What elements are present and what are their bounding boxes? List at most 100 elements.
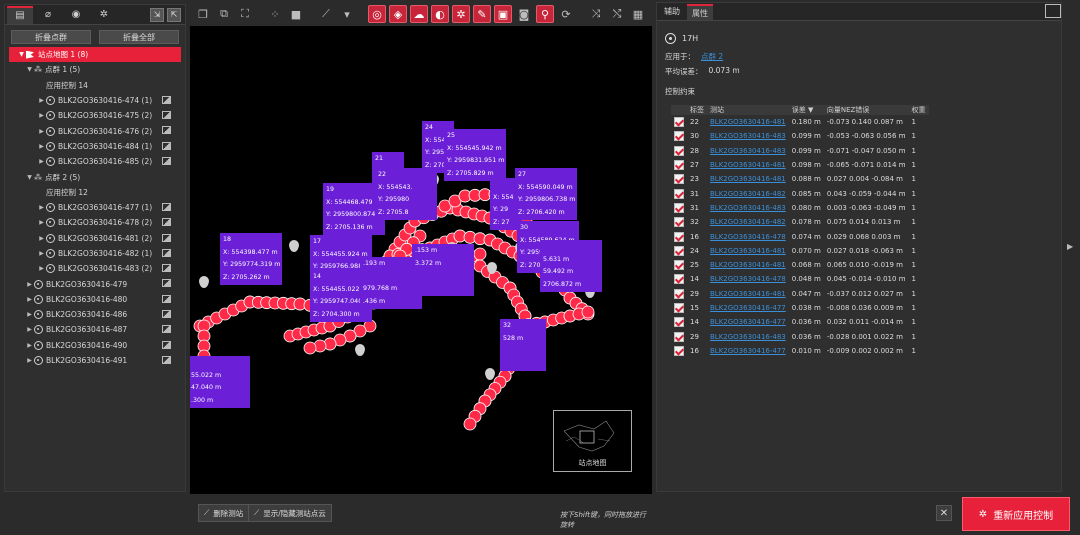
row-checkbox[interactable] — [674, 145, 684, 156]
target-button[interactable]: ◎ — [368, 5, 386, 23]
table-row[interactable]: 22 BLK2GO3630416-481 0.180 m -0.073 0.140 0… — [671, 115, 929, 129]
chevron-right-icon[interactable]: ▶ — [37, 265, 46, 272]
image-icon[interactable] — [162, 310, 171, 319]
image-icon[interactable] — [162, 264, 171, 273]
tree-sitemap-item[interactable]: ▼ 站点地图 1 (8) — [9, 47, 181, 63]
table-row[interactable]: 29 BLK2GO3630416-483 0.036 m -0.028 0.001 0… — [671, 329, 929, 343]
camera-button[interactable]: ◙ — [515, 5, 533, 23]
table-row[interactable]: 30 BLK2GO3630416-483 0.099 m -0.053 -0.063 … — [671, 129, 929, 143]
chevron-right-icon[interactable]: ▶ — [37, 128, 46, 135]
coordinate-label[interactable]: 22 X: 554543. Y: 295980 Z: 2705.8 — [375, 168, 437, 220]
expand-right-arrow-icon[interactable]: ▶ — [1067, 242, 1073, 251]
image-icon[interactable] — [162, 141, 171, 150]
row-checkbox[interactable] — [674, 231, 684, 242]
station-cell[interactable]: BLK2GO3630416-483 — [707, 201, 789, 215]
station-cell[interactable]: BLK2GO3630416-478 — [707, 272, 789, 286]
coordinate-label[interactable]: 5.631 m 59.492 m 2706.872 m — [540, 240, 602, 292]
table-header[interactable]: 标签 — [687, 105, 707, 115]
row-checkbox[interactable] — [674, 245, 684, 256]
row-checkbox[interactable] — [674, 202, 684, 213]
tree-item[interactable]: ▶ BLK2GO3630416-481 (2) — [5, 231, 185, 246]
sphere-button[interactable]: ◐ — [431, 5, 449, 23]
station-cell[interactable]: BLK2GO3630416-477 — [707, 301, 789, 315]
chevron-right-icon[interactable]: ▶ — [25, 311, 34, 318]
table-row[interactable]: 16 BLK2GO3630416-478 0.074 m 0.029 0.068 0.… — [671, 229, 929, 243]
station-cell[interactable]: BLK2GO3630416-482 — [707, 215, 789, 229]
table-header[interactable] — [671, 105, 687, 115]
station-cell[interactable]: BLK2GO3630416-481 — [707, 158, 789, 172]
tree-item[interactable]: ▶ BLK2GO3630416-487 — [5, 322, 185, 337]
chevron-down-icon[interactable]: ▼ — [17, 51, 26, 58]
delete-station-button[interactable]: ⟋ 删除测站 — [198, 504, 250, 522]
tab-properties[interactable]: 属性 — [687, 3, 713, 20]
image-icon[interactable] — [162, 126, 171, 135]
tree-item[interactable]: ▶ BLK2GO3630416-475 (2) — [5, 108, 185, 123]
control-pin-icon[interactable] — [199, 275, 209, 288]
tree-item[interactable]: ▶ BLK2GO3630416-478 (2) — [5, 215, 185, 230]
coordinate-label[interactable]: 32 528 m — [500, 319, 546, 371]
station-cell[interactable]: BLK2GO3630416-477 — [707, 315, 789, 329]
tree-item[interactable]: ▶ BLK2GO3630416-474 (1) — [5, 93, 185, 108]
image-icon[interactable] — [162, 233, 171, 242]
chevron-right-icon[interactable]: ▶ — [25, 357, 34, 364]
image-icon[interactable] — [162, 202, 171, 211]
expand-tree-button[interactable]: ⇲ — [150, 7, 164, 22]
row-checkbox[interactable] — [674, 303, 684, 313]
tree-item[interactable]: ▶ BLK2GO3630416-483 (2) — [5, 261, 185, 276]
row-checkbox[interactable] — [674, 331, 684, 342]
station-marker[interactable] — [303, 341, 317, 355]
chevron-right-icon[interactable]: ▶ — [37, 97, 46, 104]
table-row[interactable]: 28 BLK2GO3630416-483 0.099 m -0.071 -0.047 … — [671, 144, 929, 158]
row-checkbox[interactable] — [674, 131, 684, 142]
globe-tab[interactable]: ◉ — [63, 6, 89, 24]
row-checkbox[interactable] — [674, 117, 684, 128]
table-row[interactable]: 25 BLK2GO3630416-481 0.068 m 0.065 0.010 -0… — [671, 258, 929, 272]
table-row[interactable]: 14 BLK2GO3630416-477 0.036 m 0.032 0.011 -0… — [671, 315, 929, 329]
station-cell[interactable]: BLK2GO3630416-483 — [707, 129, 789, 143]
random-button[interactable]: ⤭ — [608, 5, 626, 23]
row-checkbox[interactable] — [674, 188, 684, 199]
chevron-right-icon[interactable]: ▶ — [37, 158, 46, 165]
row-checkbox[interactable] — [674, 274, 684, 285]
collapse-all-button[interactable]: 折叠全部 — [99, 30, 179, 44]
image-icon[interactable] — [162, 355, 171, 364]
control-pin-icon[interactable] — [485, 368, 495, 380]
tree-item[interactable]: ▶ BLK2GO3630416-491 — [5, 353, 185, 368]
tree-item[interactable]: ▶ BLK2GO3630416-484 (1) — [5, 139, 185, 154]
reapply-control-button[interactable]: ✲ 重新应用控制 — [962, 497, 1070, 531]
image-icon[interactable] — [162, 248, 171, 257]
row-checkbox[interactable] — [674, 217, 684, 228]
tree-item[interactable]: ▶ BLK2GO3630416-480 — [5, 292, 185, 307]
image-icon[interactable] — [162, 279, 171, 288]
station-cell[interactable]: BLK2GO3630416-477 — [707, 344, 789, 358]
image-icon[interactable] — [162, 95, 171, 104]
chevron-right-icon[interactable]: ▶ — [25, 296, 34, 303]
station-cell[interactable]: BLK2GO3630416-483 — [707, 329, 789, 343]
image-icon[interactable] — [162, 157, 171, 166]
row-checkbox[interactable] — [674, 345, 684, 356]
control-pin-icon[interactable] — [355, 344, 365, 356]
chevron-right-icon[interactable]: ▶ — [25, 326, 34, 333]
table-row[interactable]: 27 BLK2GO3630416-481 0.098 m -0.065 -0.071 … — [671, 158, 929, 172]
row-checkbox[interactable] — [674, 174, 684, 185]
layers-button[interactable]: ❐ — [194, 5, 212, 23]
chevron-right-icon[interactable]: ▶ — [25, 281, 34, 288]
applied-to-link[interactable]: 点群 2 — [701, 51, 723, 62]
image-icon[interactable] — [162, 340, 171, 349]
station-cell[interactable]: BLK2GO3630416-481 — [707, 244, 789, 258]
folder-tab[interactable]: ▤ — [7, 5, 33, 24]
chevron-right-icon[interactable]: ▶ — [37, 235, 46, 242]
close-button[interactable]: ✕ — [936, 505, 952, 521]
table-row[interactable]: 14 BLK2GO3630416-478 0.048 m 0.045 -0.014 -… — [671, 272, 929, 286]
measure-button[interactable]: ⟋ — [317, 5, 335, 23]
table-row[interactable]: 29 BLK2GO3630416-481 0.047 m -0.037 0.012 0… — [671, 287, 929, 301]
tree-item[interactable]: 应用控制 14 — [5, 78, 185, 93]
chevron-right-icon[interactable]: ▶ — [25, 342, 34, 349]
tree-item[interactable]: ▶ BLK2GO3630416-479 — [5, 276, 185, 291]
tree-item[interactable]: ▶ BLK2GO3630416-490 — [5, 338, 185, 353]
table-row[interactable]: 15 BLK2GO3630416-477 0.038 m -0.008 0.036 0… — [671, 301, 929, 315]
3d-viewport[interactable]: 18 X: 554398.477 m Y: 2959774.319 m Z: 2705… — [190, 26, 652, 494]
coordinate-label[interactable]: 55.022 m 47.040 m .300 m — [190, 356, 250, 408]
image-icon[interactable] — [162, 218, 171, 227]
station-cell[interactable]: BLK2GO3630416-481 — [707, 115, 789, 129]
